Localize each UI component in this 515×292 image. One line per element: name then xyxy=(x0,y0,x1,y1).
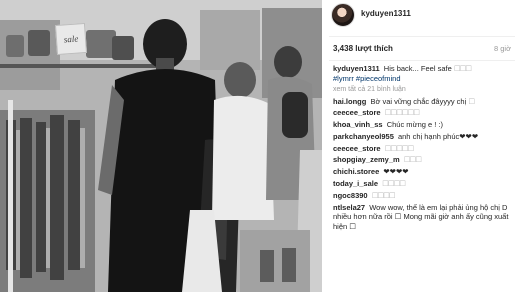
comment-text: Chúc mừng e ! :) xyxy=(386,120,443,130)
comment-username[interactable]: parkchanyeol955 xyxy=(333,132,394,141)
comment-text: anh chị hạnh phúc❤❤❤ xyxy=(397,131,479,141)
comment-item: ceecee_store ☐☐☐☐☐ xyxy=(333,144,513,154)
comment-emoji: ☐☐☐☐☐☐ xyxy=(384,108,420,118)
comment-username[interactable]: khoa_vinh_ss xyxy=(333,120,383,129)
post-caption: kyduyen1311 His back... Feel safe ☐☐☐ #l… xyxy=(333,64,513,83)
comment-username[interactable]: today_i_sale xyxy=(333,179,378,188)
caption-emoji: ☐☐☐ xyxy=(453,64,472,73)
caption-username[interactable]: kyduyen1311 xyxy=(333,64,380,73)
comment-emoji: ☐ xyxy=(468,96,475,106)
like-count[interactable]: 3,438 lượt thích xyxy=(333,44,393,53)
comment-item: ceecee_store ☐☐☐☐☐☐ xyxy=(333,108,513,118)
avatar[interactable] xyxy=(331,3,355,27)
comment-username[interactable]: ceecee_store xyxy=(333,108,381,117)
caption-text: His back... Feel safe xyxy=(383,64,452,73)
comment-emoji: ☐☐☐ xyxy=(403,155,422,165)
comment-item: parkchanyeol955 anh chị hạnh phúc❤❤❤ xyxy=(333,132,513,142)
post-header: kyduyen1311 xyxy=(329,0,515,36)
sale-sign: sale xyxy=(54,22,88,56)
comment-item: khoa_vinh_ss Chúc mừng e ! :) xyxy=(333,120,513,130)
instagram-post-screenshot: sale kyduyen1311 3,438 lượt thích 8 giờ … xyxy=(0,0,515,292)
comment-username[interactable]: ntlsela27 xyxy=(333,203,365,212)
post-author-username[interactable]: kyduyen1311 xyxy=(361,9,411,18)
comment-text: Bờ vai vững chắc đâyyyy chị xyxy=(370,96,467,106)
comment-username[interactable]: chichi.storee xyxy=(333,167,379,176)
comment-emoji: ☐☐☐☐ xyxy=(371,190,396,200)
post-sidebar: kyduyen1311 3,438 lượt thích 8 giờ kyduy… xyxy=(329,0,515,292)
caption-hashtags[interactable]: #lymrr #pieceofmind xyxy=(333,74,401,83)
comment-item: ntlsela27 Wow wow, thế là em lại phải ủn… xyxy=(333,203,513,232)
comment-list: kyduyen1311 His back... Feel safe ☐☐☐ #l… xyxy=(333,64,513,234)
post-timestamp[interactable]: 8 giờ xyxy=(494,44,511,53)
comment-item: ngoc8390 ☐☐☐☐ xyxy=(333,191,513,201)
comment-item: hai.longg Bờ vai vững chắc đâyyyy chị ☐ xyxy=(333,97,513,107)
comment-item: chichi.storee ❤❤❤❤ xyxy=(333,167,513,177)
post-stats: 3,438 lượt thích 8 giờ xyxy=(333,44,511,56)
comment-item: today_i_sale ☐☐☐☐ xyxy=(333,179,513,189)
comment-text: ❤❤❤❤ xyxy=(383,167,409,177)
comment-username[interactable]: ngoc8390 xyxy=(333,191,368,200)
comment-username[interactable]: hai.longg xyxy=(333,97,366,106)
comment-emoji: ☐☐☐☐ xyxy=(382,179,406,189)
post-photo: sale xyxy=(0,0,322,292)
stats-divider xyxy=(329,60,515,61)
store-scene-illustration xyxy=(0,0,322,292)
comment-username[interactable]: ceecee_store xyxy=(333,144,381,153)
comment-emoji: ☐☐☐☐☐ xyxy=(384,143,415,153)
comment-item: shopgiay_zemy_m ☐☐☐ xyxy=(333,155,513,165)
comment-username[interactable]: shopgiay_zemy_m xyxy=(333,155,400,164)
view-all-comments-link[interactable]: xem tất cả 21 bình luận xyxy=(333,85,513,94)
header-divider xyxy=(329,36,515,37)
